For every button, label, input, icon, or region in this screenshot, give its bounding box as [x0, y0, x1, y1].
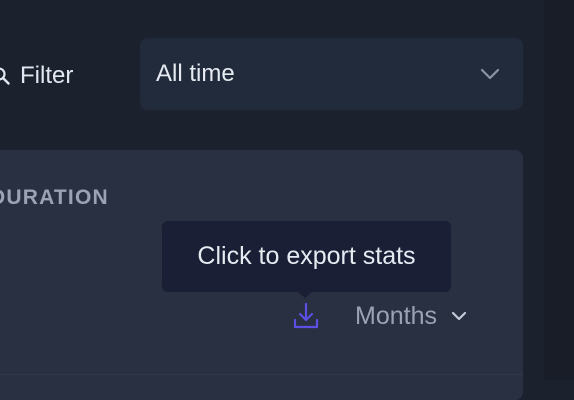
- filter-label: Filter: [0, 58, 73, 94]
- download-icon: [291, 301, 321, 331]
- search-icon: [0, 67, 10, 85]
- tooltip-text: Click to export stats: [197, 242, 416, 270]
- time-range-value: All time: [156, 60, 235, 87]
- filter-label-text: Filter: [20, 62, 74, 89]
- tooltip-arrow: [297, 291, 313, 298]
- time-range-select[interactable]: All time: [140, 38, 523, 110]
- chevron-down-icon: [449, 306, 469, 326]
- card-divider: [0, 374, 523, 375]
- background-strip: [544, 0, 574, 380]
- export-button[interactable]: [289, 299, 323, 333]
- card-title: DURATION: [0, 186, 109, 209]
- period-select[interactable]: Months: [355, 298, 469, 334]
- export-tooltip: Click to export stats: [162, 221, 451, 292]
- chevron-down-icon: [477, 61, 503, 87]
- period-value: Months: [355, 301, 437, 330]
